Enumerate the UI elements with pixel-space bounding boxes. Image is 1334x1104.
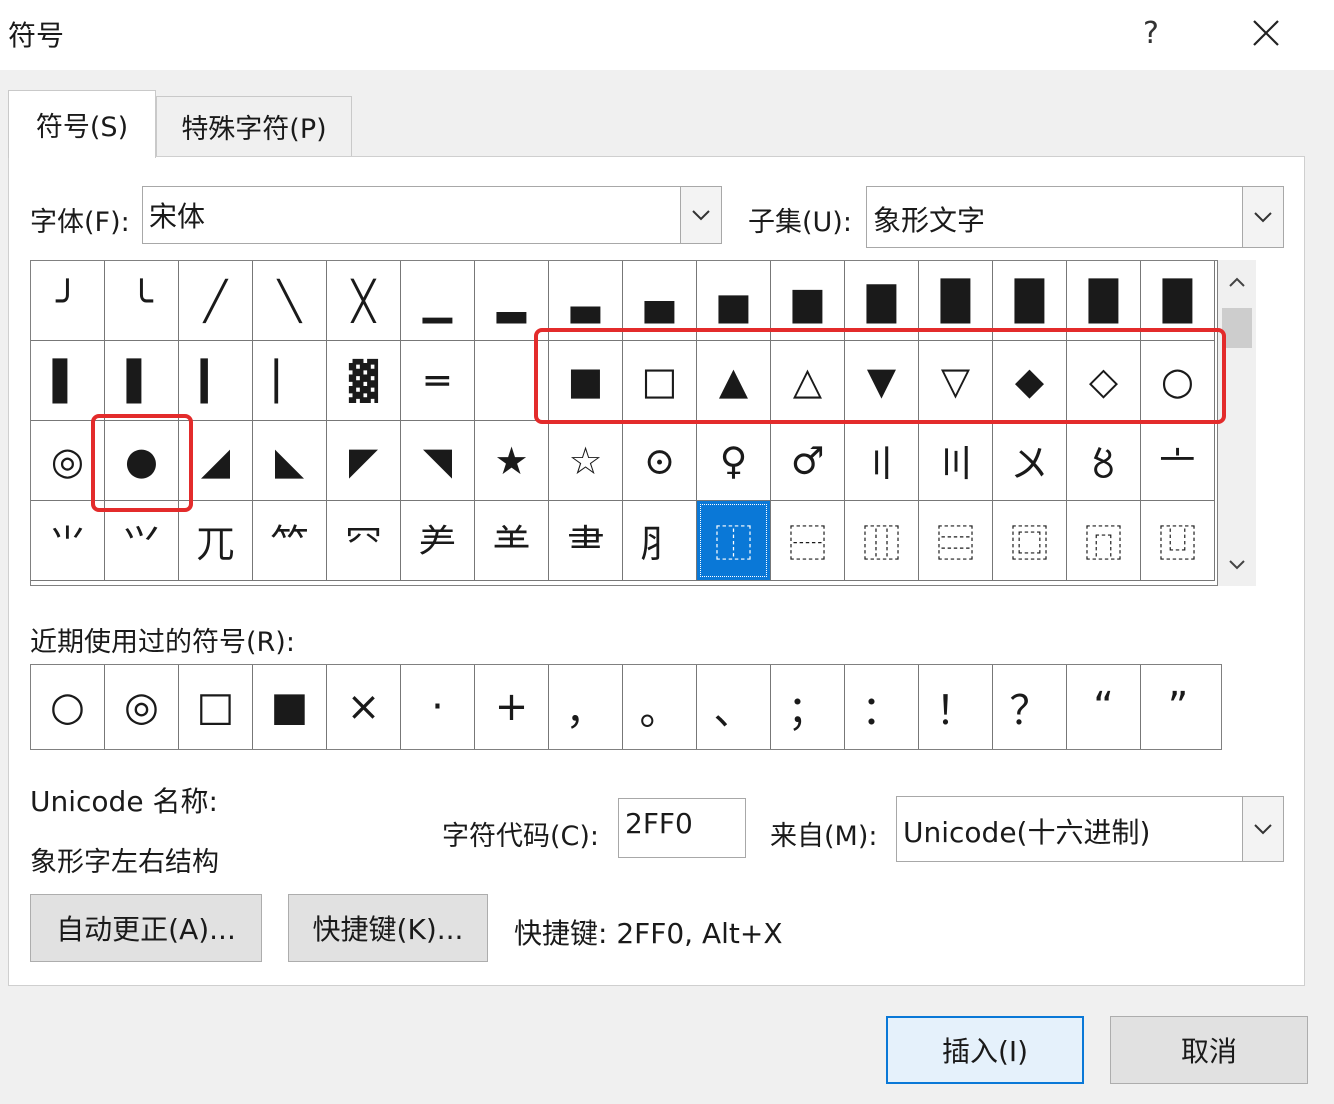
symbol-cell[interactable]: 〣 <box>919 421 993 501</box>
symbol-cell[interactable]: ⊙ <box>623 421 697 501</box>
recent-symbol-cell[interactable]: × <box>327 665 401 749</box>
symbol-cell[interactable]: 〥 <box>1067 421 1141 501</box>
symbol-cell[interactable]: ▎ <box>179 341 253 421</box>
symbol-cell[interactable]: ♀ <box>697 421 771 501</box>
highlight-box-shapes <box>534 328 1226 424</box>
chevron-down-icon <box>692 210 710 221</box>
subset-dropdown-button[interactable] <box>1242 187 1283 247</box>
recent-symbols-label: 近期使用过的符号(R): <box>30 627 295 658</box>
chevron-down-icon <box>1254 212 1272 223</box>
recent-symbol-cell[interactable]: ” <box>1141 665 1215 749</box>
symbol-cell[interactable]: ▏ <box>253 341 327 421</box>
symbol-cell[interactable]: ⺌ <box>31 501 105 581</box>
scroll-up-button[interactable] <box>1218 260 1256 304</box>
recent-symbol-cell[interactable]: ○ <box>31 665 105 749</box>
symbol-cell[interactable]: ⿳ <box>919 501 993 581</box>
symbol-cell[interactable]: ╱ <box>179 261 253 341</box>
symbol-cell[interactable]: ⺼ <box>623 501 697 581</box>
shortcut-text: 快捷键: 2FF0, Alt+X <box>514 917 783 950</box>
recent-symbol-cell[interactable]: “ <box>1067 665 1141 749</box>
symbol-cell[interactable]: ═ <box>401 341 475 421</box>
recent-symbol-cell[interactable]: + <box>475 665 549 749</box>
close-icon <box>1253 20 1279 46</box>
symbol-cell[interactable]: 〦 <box>1141 421 1215 501</box>
recent-symbol-cell[interactable]: 。 <box>623 665 697 749</box>
recent-symbol-cell[interactable]: ： <box>845 665 919 749</box>
highlight-box-black-circle <box>91 414 193 512</box>
symbol-grid-scrollbar[interactable] <box>1218 260 1256 586</box>
from-dropdown-button[interactable] <box>1242 797 1283 861</box>
symbol-cell[interactable]: ▌ <box>31 341 105 421</box>
recent-symbol-cell[interactable]: · <box>401 665 475 749</box>
close-button[interactable] <box>1240 8 1292 58</box>
unicode-name-label: Unicode 名称: <box>30 785 218 818</box>
symbol-cell-selected[interactable]: ⿰ <box>697 501 771 581</box>
tab-special-characters[interactable]: 特殊字符(P) <box>156 96 352 156</box>
recent-symbol-cell[interactable]: ？ <box>993 665 1067 749</box>
symbol-cell[interactable]: ⺶ <box>401 501 475 581</box>
symbol-cell[interactable]: ☆ <box>549 421 623 501</box>
symbol-cell[interactable]: ▓ <box>327 341 401 421</box>
recent-symbol-cell[interactable]: ！ <box>919 665 993 749</box>
unicode-name-value: 象形字左右结构 <box>30 847 219 878</box>
autocorrect-button[interactable]: 自动更正(A)... <box>30 894 262 962</box>
recent-symbols-row[interactable]: ○ ◎ □ ■ × · +，。、；：！？ “” <box>30 664 1222 750</box>
char-code-label: 字符代码(C): <box>442 821 600 852</box>
font-dropdown-button[interactable] <box>680 187 721 243</box>
tab-symbols[interactable]: 符号(S) <box>8 90 156 158</box>
symbol-cell[interactable]: ╯ <box>31 261 105 341</box>
from-value: Unicode(十六进制) <box>903 816 1151 849</box>
font-combobox[interactable]: 宋体 <box>142 186 722 244</box>
symbol-cell[interactable]: ╲ <box>253 261 327 341</box>
chevron-down-icon <box>1254 824 1272 835</box>
recent-symbol-cell[interactable]: ， <box>549 665 623 749</box>
symbol-cell[interactable]: ⿴ <box>993 501 1067 581</box>
symbol-cell[interactable]: ▌ <box>105 341 179 421</box>
subset-label: 子集(U): <box>748 207 852 238</box>
symbol-cell[interactable]: ◥ <box>401 421 475 501</box>
symbol-cell[interactable]: ♂ <box>771 421 845 501</box>
symbol-cell[interactable]: ╳ <box>327 261 401 341</box>
from-combobox[interactable]: Unicode(十六进制) <box>896 796 1284 862</box>
recent-symbol-cell[interactable]: ； <box>771 665 845 749</box>
scroll-thumb[interactable] <box>1222 308 1252 348</box>
symbol-cell[interactable]: 〢 <box>845 421 919 501</box>
scroll-down-button[interactable] <box>1218 542 1256 586</box>
from-label: 来自(M): <box>770 821 878 852</box>
symbol-cell[interactable]: ★ <box>475 421 549 501</box>
char-code-input[interactable]: 2FF0 <box>618 798 746 858</box>
symbol-cell[interactable]: ⺮ <box>253 501 327 581</box>
symbol-cell[interactable]: ⺻ <box>549 501 623 581</box>
symbol-cell[interactable]: ⿲ <box>845 501 919 581</box>
symbol-cell[interactable]: ⿶ <box>1141 501 1215 581</box>
dialog-title: 符号 <box>8 19 65 52</box>
chevron-down-icon <box>1229 559 1245 569</box>
symbol-cell[interactable]: ⺳ <box>327 501 401 581</box>
recent-symbol-cell[interactable]: ■ <box>253 665 327 749</box>
symbol-cell[interactable]: ⿵ <box>1067 501 1141 581</box>
symbol-cell[interactable]: ⿱ <box>771 501 845 581</box>
chevron-up-icon <box>1229 277 1245 287</box>
recent-symbol-cell[interactable]: □ <box>179 665 253 749</box>
symbol-cell[interactable]: ▁ <box>401 261 475 341</box>
font-label: 字体(F): <box>30 207 130 238</box>
symbol-cell[interactable]: ⺎ <box>179 501 253 581</box>
font-value: 宋体 <box>149 200 206 233</box>
subset-combobox[interactable]: 象形文字 <box>866 186 1284 248</box>
symbol-cell[interactable]: ◣ <box>253 421 327 501</box>
symbol-cell[interactable]: ⺍ <box>105 501 179 581</box>
symbol-cell[interactable]: 〤 <box>993 421 1067 501</box>
insert-button[interactable]: 插入(I) <box>886 1016 1084 1084</box>
symbol-cell[interactable]: ⺷ <box>475 501 549 581</box>
symbol-cell[interactable]: ◤ <box>327 421 401 501</box>
recent-symbol-cell[interactable]: 、 <box>697 665 771 749</box>
symbol-cell[interactable]: ╰ <box>105 261 179 341</box>
cancel-button[interactable]: 取消 <box>1110 1016 1308 1084</box>
subset-value: 象形文字 <box>873 204 986 237</box>
recent-symbol-cell[interactable]: ◎ <box>105 665 179 749</box>
help-button[interactable]: ? <box>1128 8 1174 58</box>
shortcut-key-button[interactable]: 快捷键(K)... <box>288 894 488 962</box>
